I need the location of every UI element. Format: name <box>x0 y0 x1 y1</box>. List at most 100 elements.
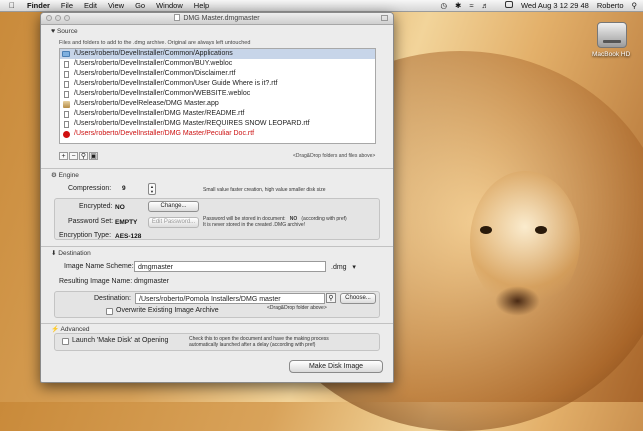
menu-window[interactable]: Window <box>156 1 183 10</box>
divider <box>41 246 393 247</box>
time-machine-icon[interactable]: ◷ <box>441 1 448 10</box>
compression-stepper[interactable]: ▲ ▼ <box>148 183 156 195</box>
document-icon <box>62 60 70 68</box>
close-button[interactable] <box>46 15 52 21</box>
window-title: DMG Master.dmgmaster <box>183 15 260 22</box>
file-list-row[interactable]: /Users/roberto/DevelInstaller/Common/Dis… <box>60 69 375 79</box>
extension-value: .dmg <box>331 264 347 271</box>
add-file-button[interactable]: + <box>59 152 68 160</box>
document-icon <box>62 80 70 88</box>
source-file-list[interactable]: /Users/roberto/DevelInstaller/Common/App… <box>59 48 376 144</box>
file-path: /Users/roberto/DevelInstaller/DMG Master… <box>74 120 310 127</box>
engine-heading: ⚙ Engine <box>51 171 79 179</box>
image-name-label: Image Name Scheme: <box>64 263 134 270</box>
drive-label: MacBook HD <box>592 51 631 58</box>
file-path: /Users/roberto/DevelInstaller/DMG Master… <box>74 130 255 137</box>
image-name-field[interactable]: dmgmaster <box>134 261 326 272</box>
title-bar[interactable]: DMG Master.dmgmaster <box>41 13 393 25</box>
overwrite-checkbox[interactable] <box>106 308 113 315</box>
file-list-row[interactable]: /Users/roberto/DevelRelease/DMG Master.a… <box>60 99 375 109</box>
file-list-row[interactable]: /Users/roberto/DevelInstaller/Common/App… <box>60 49 375 59</box>
folder-icon <box>62 50 70 58</box>
fullscreen-icon[interactable] <box>381 15 388 21</box>
menu-edit[interactable]: Edit <box>84 1 97 10</box>
launch-note: Check this to open the document and have… <box>189 336 329 348</box>
password-note-warning: It is never stored in the created .DMG a… <box>203 222 305 228</box>
resulting-name-label: Resulting Image Name: <box>59 278 133 285</box>
launch-checkbox[interactable] <box>62 338 69 345</box>
file-list-row[interactable]: /Users/roberto/DevelInstaller/DMG Master… <box>60 129 375 139</box>
file-path: /Users/roberto/DevelInstaller/DMG Master… <box>74 110 245 117</box>
info-icon[interactable]: ▣ <box>89 152 98 160</box>
advanced-heading: ⚡ Advanced <box>51 325 89 333</box>
menu-clock[interactable]: Wed Aug 3 12 29 48 <box>521 1 589 10</box>
file-list-row[interactable]: /Users/roberto/DevelInstaller/Common/Use… <box>60 79 375 89</box>
destination-field[interactable]: /Users/roberto/Pomola Installers/DMG mas… <box>135 293 325 304</box>
minimize-button[interactable] <box>55 15 61 21</box>
password-note: Password will be stored in document: NO … <box>203 216 347 228</box>
file-path: /Users/roberto/DevelInstaller/Common/Dis… <box>74 70 236 77</box>
password-value: EMPTY <box>115 219 138 226</box>
edit-password-button[interactable]: Edit Password... <box>148 217 199 228</box>
file-path: /Users/roberto/DevelInstaller/Common/BUY… <box>74 60 233 67</box>
overwrite-label: Overwrite Existing Image Archive <box>116 307 219 314</box>
battery-icon[interactable] <box>497 1 513 10</box>
compression-label: Compression: <box>68 185 112 192</box>
document-icon[interactable] <box>174 14 181 21</box>
bluetooth-icon[interactable]: ✱ <box>455 1 461 10</box>
destination-heading: ⬇ Destination <box>51 249 91 257</box>
file-list-row[interactable]: /Users/roberto/DevelInstaller/DMG Master… <box>60 119 375 129</box>
divider <box>41 323 393 324</box>
menu-go[interactable]: Go <box>135 1 145 10</box>
choose-destination-button[interactable]: Choose... <box>340 293 376 304</box>
change-encryption-button[interactable]: Change... <box>148 201 199 212</box>
apple-menu-icon[interactable]:  <box>9 1 19 10</box>
file-path: /Users/roberto/DevelInstaller/Common/WEB… <box>74 90 251 97</box>
source-description: Files and folders to add to the .dmg arc… <box>59 40 251 46</box>
list-button-bar: + − ⚲ ▣ <box>59 152 99 160</box>
document-icon <box>62 120 70 128</box>
source-heading-label: Source <box>56 28 78 35</box>
search-icon[interactable]: ⚲ <box>79 152 88 160</box>
remove-file-button[interactable]: − <box>69 152 78 160</box>
file-path: /Users/roberto/DevelInstaller/Common/App… <box>74 50 233 57</box>
menu-view[interactable]: View <box>108 1 124 10</box>
hard-drive-icon <box>597 22 627 48</box>
menu-user[interactable]: Roberto <box>597 1 624 10</box>
document-icon <box>62 110 70 118</box>
menu-bar:  Finder File Edit View Go Window Help ◷… <box>0 0 643 12</box>
zoom-button[interactable] <box>64 15 70 21</box>
encrypted-value: NO <box>115 204 125 211</box>
password-label: Password Set: <box>68 218 114 225</box>
file-list-row[interactable]: /Users/roberto/DevelInstaller/Common/WEB… <box>60 89 375 99</box>
reveal-destination-icon[interactable]: ⚲ <box>326 293 336 303</box>
menu-extras: ◷ ✱ ≈ ♬ Wed Aug 3 12 29 48 Roberto ⚲ <box>433 0 638 11</box>
file-list-row[interactable]: /Users/roberto/DevelInstaller/Common/BUY… <box>60 59 375 69</box>
destination-drag-note: <Drag&Drop folder above> <box>267 305 327 311</box>
menu-help[interactable]: Help <box>194 1 209 10</box>
document-icon <box>62 70 70 78</box>
spotlight-icon[interactable]: ⚲ <box>632 1 638 10</box>
volume-icon[interactable]: ♬ <box>481 1 489 10</box>
desktop-drive[interactable]: MacBook HD <box>592 22 632 58</box>
encrypted-label: Encrypted: <box>79 203 113 210</box>
encryption-type-value: AES-128 <box>115 233 142 240</box>
error-icon <box>62 130 70 138</box>
dmg-master-window: DMG Master.dmgmaster ♥ Source Files and … <box>40 12 394 383</box>
launch-label: Launch 'Make Disk' at Opening <box>72 337 169 344</box>
extension-popup[interactable]: .dmg ▾ <box>331 263 356 271</box>
menu-file[interactable]: File <box>61 1 73 10</box>
engine-heading-label: Engine <box>58 172 79 179</box>
make-disk-image-button[interactable]: Make Disk Image <box>289 360 383 373</box>
compression-value: 9 <box>122 185 126 192</box>
wifi-icon[interactable]: ≈ <box>469 1 473 10</box>
window-controls <box>46 15 73 21</box>
source-heading: ♥ Source <box>51 28 78 35</box>
compression-note: Small value faster creation, high value … <box>203 187 326 193</box>
application-icon <box>62 100 70 108</box>
popup-arrow-icon: ▾ <box>352 264 356 271</box>
file-list-row[interactable]: /Users/roberto/DevelInstaller/DMG Master… <box>60 109 375 119</box>
file-path: /Users/roberto/DevelRelease/DMG Master.a… <box>74 100 219 107</box>
launch-note-line-2: automatically launched after a delay (ac… <box>189 342 316 348</box>
menu-app-name[interactable]: Finder <box>27 1 50 10</box>
